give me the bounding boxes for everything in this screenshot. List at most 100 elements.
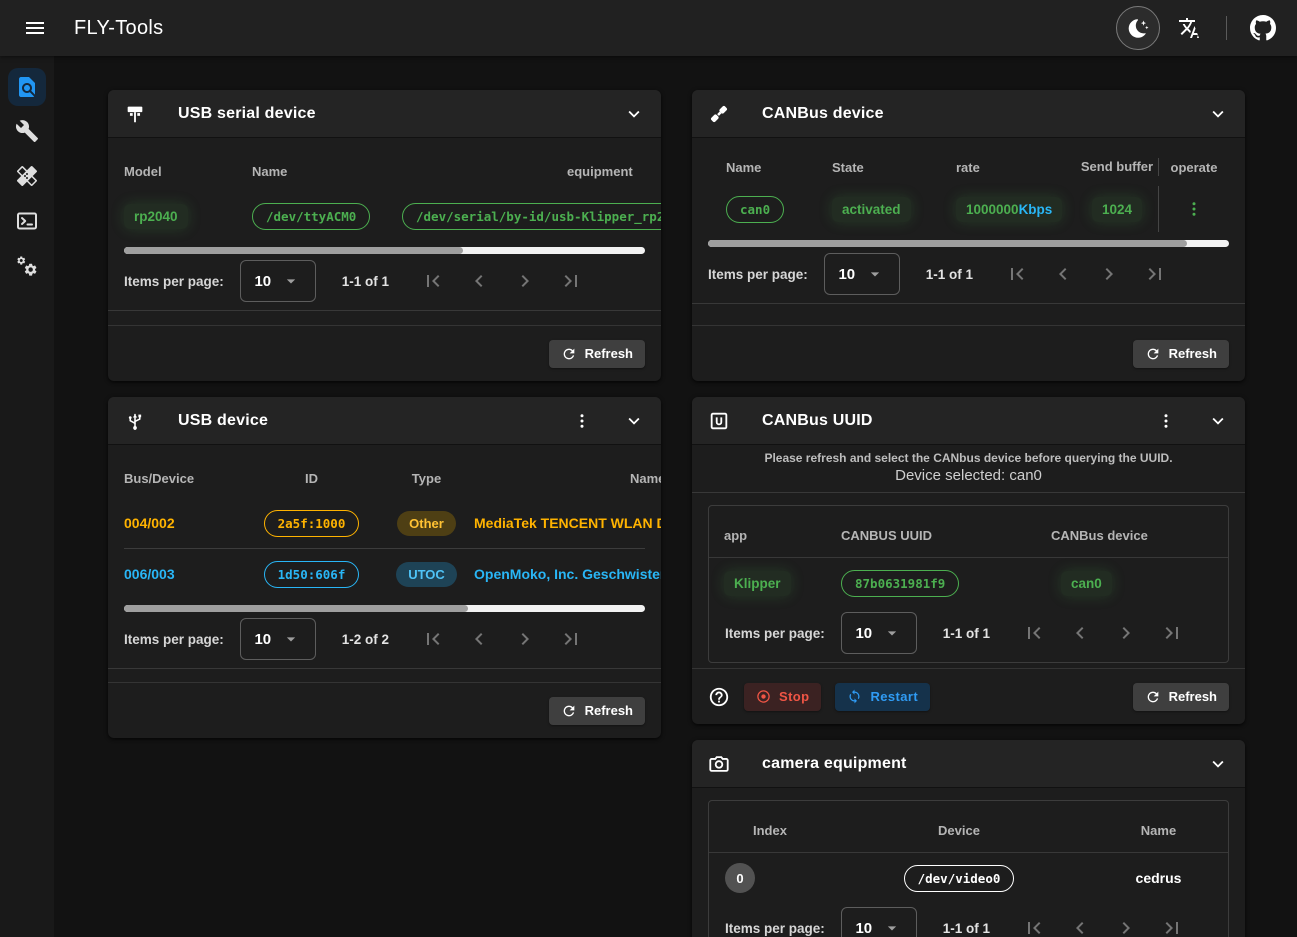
refresh-button[interactable]: Refresh [1133,340,1229,368]
card-title: CANBus device [762,105,884,123]
next-page-icon[interactable] [1097,262,1121,286]
range-label: 1-1 of 1 [943,921,990,936]
scrollbar-thumb[interactable] [124,605,468,612]
can-name-pill: can0 [726,196,784,223]
column-header: Type [412,471,441,486]
usb-device-table-header: Bus/Device ID Type Name [108,445,661,498]
next-page-icon[interactable] [1114,916,1138,937]
kebab-menu-icon[interactable] [1153,408,1179,434]
canbus-device-card-header: CANBus device [692,90,1245,138]
last-page-icon[interactable] [1160,916,1184,937]
refresh-button[interactable]: Refresh [1133,683,1229,711]
card-usb-serial-device: USB serial device Model Name equipment r… [108,90,661,381]
horizontal-scrollbar[interactable] [708,240,1229,247]
uuid-pill: 87b0631981f9 [841,570,959,597]
per-page-select[interactable]: 10 [240,260,316,302]
first-page-icon[interactable] [1005,262,1029,286]
first-page-icon[interactable] [421,269,445,293]
translate-icon[interactable] [1170,8,1210,48]
column-header: Bus/Device [124,471,244,486]
serial-port-icon [122,103,148,125]
can-state: activated [832,197,911,222]
dropdown-arrow-icon [281,271,301,291]
column-header: Name [252,164,402,179]
first-page-icon[interactable] [1022,621,1046,645]
per-page-select[interactable]: 10 [841,612,917,654]
last-page-icon[interactable] [559,269,583,293]
chevron-down-icon[interactable] [1205,751,1231,777]
prev-page-icon[interactable] [467,627,491,651]
camera-table: Index Device Name 0 /dev/video0 cedrus I… [708,800,1229,937]
uuid-table-header: app CANBUS UUID CANBus device [709,506,1228,557]
sidebar-item-terminal[interactable] [7,201,47,241]
divider [692,492,1245,493]
refresh-button[interactable]: Refresh [549,340,645,368]
chevron-down-icon[interactable] [621,408,647,434]
column-header: Index [709,823,829,838]
device-selected-text: Device selected: can0 [692,467,1245,484]
scrollbar-thumb[interactable] [124,247,463,254]
prev-page-icon[interactable] [467,269,491,293]
sidebar-item-settings[interactable] [7,246,47,286]
can-device-value: can0 [1061,571,1112,596]
column-header: CANBus device [1051,528,1228,543]
prev-page-icon[interactable] [1051,262,1075,286]
usb-serial-table-header: Model Name equipment [108,138,661,191]
bus-value: 004/002 [124,515,244,531]
horizontal-scrollbar[interactable] [124,247,645,254]
next-page-icon[interactable] [513,627,537,651]
chevron-down-icon[interactable] [1205,408,1231,434]
table-row: 006/003 1d50:606f UTOC OpenMoko, Inc. Ge… [108,549,661,599]
chevron-down-icon[interactable] [621,101,647,127]
refresh-button[interactable]: Refresh [549,697,645,725]
first-page-icon[interactable] [1022,916,1046,937]
dark-mode-toggle-button[interactable] [1116,6,1160,50]
camera-name: cedrus [1136,870,1182,886]
last-page-icon[interactable] [1160,621,1184,645]
sidebar-item-repair[interactable] [7,156,47,196]
first-page-icon[interactable] [421,627,445,651]
menu-icon[interactable] [14,7,56,49]
chevron-down-icon[interactable] [1205,101,1231,127]
canbus-card-footer: Refresh [692,325,1245,381]
table-row: 004/002 2a5f:1000 Other MediaTek TENCENT… [108,498,661,548]
items-per-page-label: Items per page: [708,267,808,282]
usb-id-pill: 1d50:606f [264,561,360,588]
next-page-icon[interactable] [1114,621,1138,645]
usb-id-pill: 2a5f:1000 [264,510,360,537]
terminal-icon [15,209,39,233]
kebab-menu-icon[interactable] [569,408,595,434]
github-icon[interactable] [1243,8,1283,48]
type-badge: Other [397,511,456,536]
items-per-page-label: Items per page: [725,626,825,641]
usb-serial-card-header: USB serial device [108,90,661,138]
prev-page-icon[interactable] [1068,916,1092,937]
camera-card-header: camera equipment [692,740,1245,788]
camera-icon [706,753,732,775]
next-page-icon[interactable] [513,269,537,293]
stop-button[interactable]: Stop [744,683,821,711]
sidebar-item-tools[interactable] [7,111,47,151]
card-title: USB serial device [178,105,316,123]
column-header: Model [124,164,252,179]
prev-page-icon[interactable] [1068,621,1092,645]
column-header: Name [474,471,661,486]
camera-table-header: Index Device Name [709,801,1228,852]
horizontal-scrollbar[interactable] [124,605,645,612]
per-page-select[interactable]: 10 [841,907,917,937]
scrollbar-thumb[interactable] [708,240,1187,247]
uuid-icon [706,410,732,432]
canbus-uuid-card-header: CANBus UUID [692,397,1245,445]
sidebar-item-device-detect[interactable] [8,68,46,106]
last-page-icon[interactable] [559,627,583,651]
dropdown-arrow-icon [281,629,301,649]
usb-device-card-header: USB device [108,397,661,445]
last-page-icon[interactable] [1143,262,1167,286]
per-page-select[interactable]: 10 [824,253,900,295]
row-kebab-menu-icon[interactable] [1181,196,1207,222]
restart-button[interactable]: Restart [835,683,930,711]
help-icon[interactable] [708,686,730,708]
per-page-select[interactable]: 10 [240,618,316,660]
bus-value: 006/003 [124,566,244,582]
column-header: operate [1158,158,1229,176]
